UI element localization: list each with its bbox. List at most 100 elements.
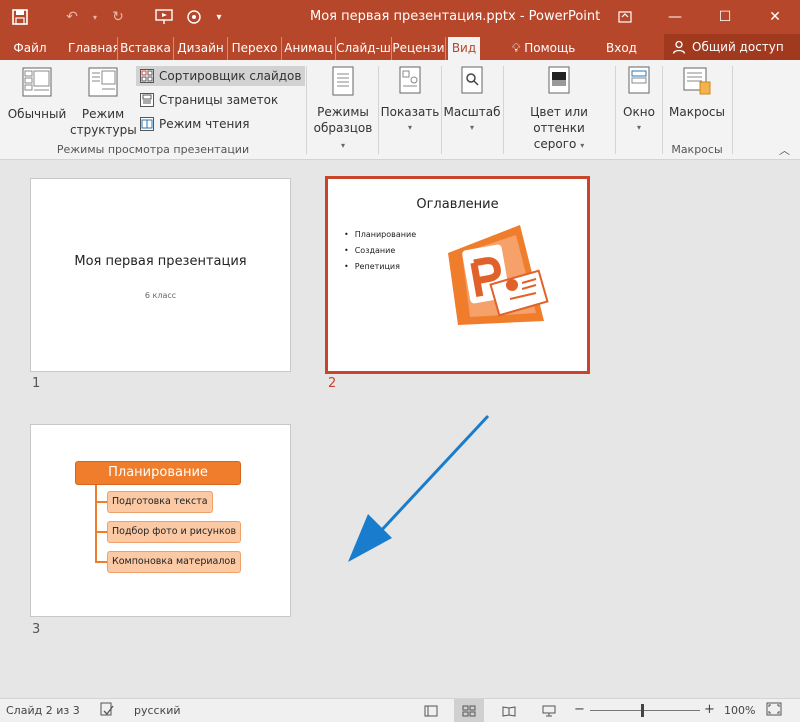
ribbon-separator	[441, 66, 442, 154]
reading-view-status-icon[interactable]	[494, 699, 524, 722]
tab-insert[interactable]: Вставка	[118, 37, 174, 60]
language-indicator[interactable]: русский	[134, 704, 181, 717]
tab-slideshow[interactable]: Слайд-ш	[336, 37, 392, 60]
tab-review[interactable]: Рецензи	[392, 37, 446, 60]
bullet-item: Репетиция	[344, 259, 416, 275]
outline-view-button[interactable]: Режим структуры	[70, 66, 137, 138]
zoom-out-button[interactable]: −	[574, 702, 585, 717]
zoom-level[interactable]: 100%	[724, 704, 755, 717]
slide-counter: Слайд 2 из 3	[6, 704, 80, 717]
diagram-connector	[95, 501, 107, 503]
tell-me-button[interactable]: 💡︎ Помощь	[512, 37, 575, 60]
chevron-down-icon: ▾	[340, 141, 345, 150]
macros-label: Макросы	[669, 105, 725, 119]
zoom-in-button[interactable]: +	[704, 702, 715, 717]
normal-view-status-icon[interactable]	[416, 699, 446, 722]
slideshow-status-icon[interactable]	[534, 699, 564, 722]
ribbon-tabs: Файл Главная Вставка Дизайн Перехо Анима…	[0, 34, 800, 60]
group-label-views: Режимы просмотра презентации	[56, 143, 250, 156]
notes-page-label: Страницы заметок	[159, 93, 279, 107]
color-grayscale-button[interactable]: Цвет или оттенки серого ▾	[505, 66, 613, 154]
slide-number-3: 3	[32, 622, 41, 637]
window-label: Окно	[623, 105, 655, 119]
ribbon-display-options-icon[interactable]	[600, 0, 650, 34]
outline-view-icon	[88, 66, 118, 98]
reading-view-label: Режим чтения	[159, 117, 250, 131]
tab-file[interactable]: Файл	[10, 37, 50, 60]
ribbon-separator	[306, 66, 307, 154]
color-grayscale-label-1: Цвет или оттенки	[530, 105, 588, 135]
ribbon-separator	[662, 66, 663, 154]
normal-view-icon	[22, 66, 52, 98]
tab-design[interactable]: Дизайн	[174, 37, 228, 60]
zoom-slider-track[interactable]	[590, 710, 700, 711]
diagram-connector	[95, 531, 107, 533]
fit-to-window-icon[interactable]	[766, 702, 782, 719]
zoom-label: Масштаб	[443, 105, 501, 119]
tab-transitions[interactable]: Перехо	[228, 37, 282, 60]
slide-thumbnail-1[interactable]: Моя первая презентация 6 класс	[30, 178, 291, 372]
title-bar: ↶ ▾ ↻ ▾ Моя первая презентация.pptx - Po…	[0, 0, 800, 34]
bullet-item: Планирование	[344, 227, 416, 243]
save-icon[interactable]	[8, 6, 32, 28]
slide-thumbnail-2[interactable]: Оглавление Планирование Создание Репетиц…	[325, 176, 590, 374]
macros-button[interactable]: Макросы	[664, 66, 730, 120]
tab-home[interactable]: Главная	[68, 37, 118, 60]
maximize-icon[interactable]: ☐	[700, 0, 750, 34]
slide-thumbnail-3[interactable]: Планирование Подготовка текста Подбор фо…	[30, 424, 291, 617]
bullet-list: Планирование Создание Репетиция	[344, 227, 416, 275]
outline-view-label-1: Режим	[81, 107, 125, 121]
diagram-item: Подготовка текста	[107, 491, 213, 513]
status-bar: Слайд 2 из 3 русский − + 100%	[0, 698, 800, 722]
chevron-down-icon: ▾	[636, 123, 641, 132]
powerpoint-logo-icon	[448, 225, 549, 325]
undo-dropdown-icon[interactable]: ▾	[90, 6, 100, 28]
ribbon-view: Обычный Режим структуры Сортировщик слай…	[0, 60, 800, 160]
share-label: Общий доступ	[692, 40, 784, 54]
help-label: Помощь	[524, 41, 576, 55]
signin-button[interactable]: Вход	[606, 37, 637, 60]
master-views-icon	[332, 66, 354, 96]
collapse-ribbon-icon[interactable]: ︿	[779, 142, 790, 158]
proofing-icon[interactable]	[100, 702, 114, 719]
slide-sorter-area: Моя первая презентация 6 класс 1 Оглавле…	[0, 160, 800, 698]
slide-sorter-button[interactable]: Сортировщик слайдов	[136, 66, 306, 86]
tab-view[interactable]: Вид	[448, 37, 480, 60]
redo-icon[interactable]: ↻	[106, 6, 130, 28]
group-label-macros: Макросы	[671, 143, 723, 156]
notes-page-icon	[140, 93, 154, 107]
slide-number-2: 2	[328, 376, 337, 391]
qat-more-icon[interactable]: ▾	[212, 6, 226, 28]
tab-animations[interactable]: Анимац	[282, 37, 336, 60]
zoom-button[interactable]: Масштаб ▾	[443, 66, 501, 136]
slide-sorter-icon	[140, 69, 154, 83]
close-icon[interactable]: ✕	[750, 0, 800, 34]
ribbon-separator	[503, 66, 504, 154]
annotation-arrow	[348, 414, 490, 562]
slide-subtitle: 6 класс	[144, 291, 177, 300]
window-controls: — ☐ ✕	[600, 0, 800, 34]
diagram-header: Планирование	[75, 461, 241, 485]
diagram-connector	[95, 485, 97, 563]
notes-page-button[interactable]: Страницы заметок	[136, 90, 282, 110]
slide-sorter-status-icon[interactable]	[454, 699, 484, 722]
bullet-item: Создание	[344, 243, 416, 259]
window-button[interactable]: Окно ▾	[617, 66, 661, 136]
ribbon-separator	[378, 66, 379, 154]
reading-view-icon	[140, 117, 154, 131]
present-from-start-icon[interactable]	[152, 6, 176, 28]
zoom-icon	[460, 66, 484, 96]
undo-icon[interactable]: ↶	[60, 6, 84, 28]
normal-view-button[interactable]: Обычный	[6, 66, 68, 122]
quick-access-toolbar: ↶ ▾ ↻ ▾	[8, 6, 226, 28]
customize-qat-icon[interactable]	[182, 6, 206, 28]
master-views-button[interactable]: Режимы образцов ▾	[310, 66, 376, 154]
zoom-slider-thumb[interactable]	[641, 704, 644, 717]
macros-icon	[682, 66, 712, 96]
show-button[interactable]: Показать ▾	[380, 66, 440, 136]
diagram-connector	[95, 561, 107, 563]
reading-view-button[interactable]: Режим чтения	[136, 114, 253, 134]
share-button[interactable]: Общий доступ	[664, 34, 800, 60]
slide-number-1: 1	[32, 376, 41, 391]
minimize-icon[interactable]: —	[650, 0, 700, 34]
